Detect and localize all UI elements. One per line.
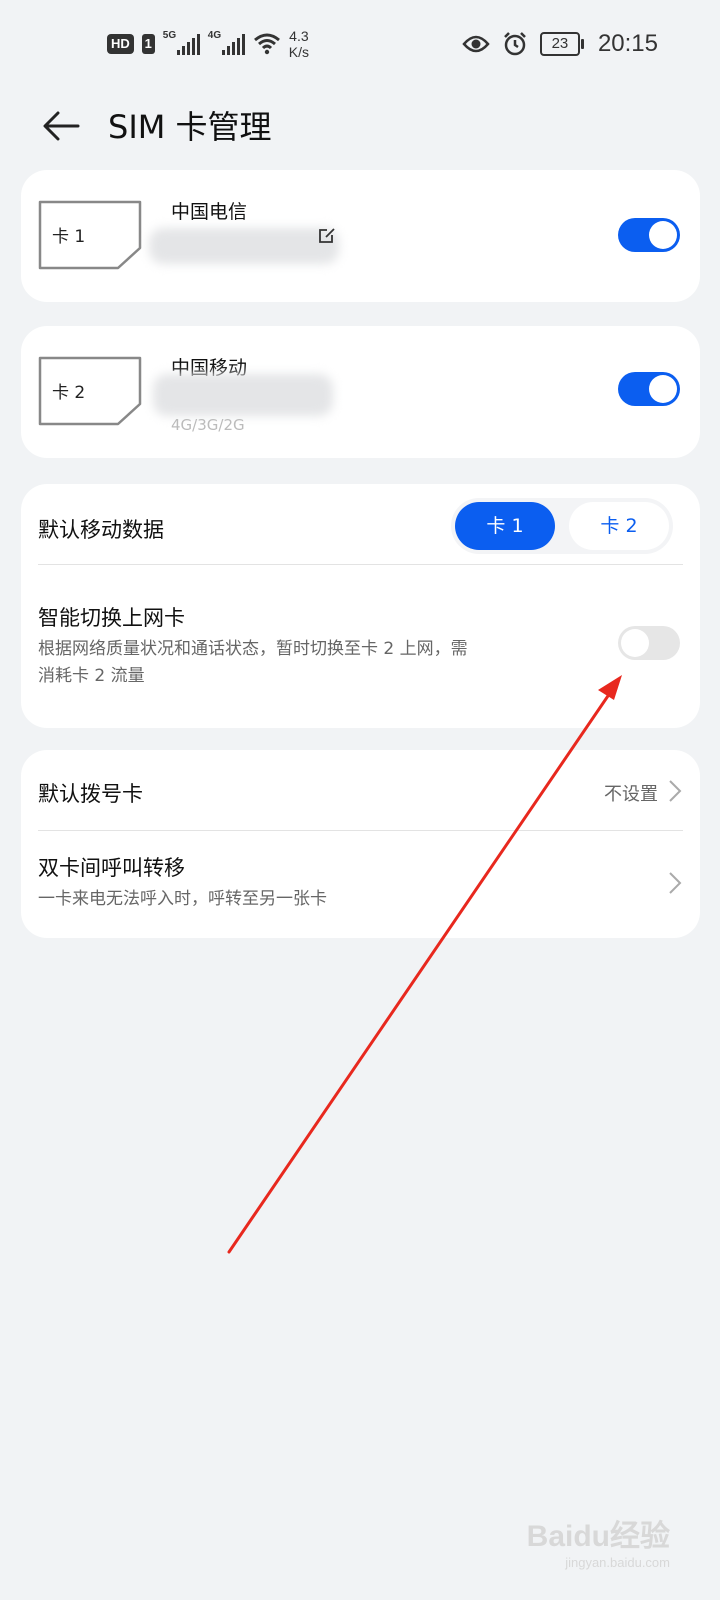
redacted-number	[149, 228, 339, 264]
default-dial-label: 默认拨号卡	[38, 782, 143, 806]
net1-label: 5G	[162, 30, 177, 41]
chevron-right-icon	[669, 780, 682, 802]
smart-switch-desc-line2: 消耗卡 2 流量	[38, 666, 145, 686]
data-card-1-option[interactable]: 卡 1	[455, 502, 555, 550]
speed-unit: K/s	[288, 44, 310, 60]
edit-icon[interactable]	[318, 226, 336, 244]
speed-value: 4.3	[289, 28, 309, 44]
call-forward-desc: 一卡来电无法呼入时，呼转至另一张卡	[38, 889, 327, 909]
sim-card-1-icon-label: 卡 1	[52, 227, 86, 247]
status-right: 23 20:15	[462, 30, 658, 58]
battery-icon: 23	[539, 32, 584, 56]
chevron-right-icon	[669, 872, 682, 894]
watermark-url: jingyan.baidu.com	[565, 1555, 670, 1570]
call-settings-card: 默认拨号卡 不设置 双卡间呼叫转移 一卡来电无法呼入时，呼转至另一张卡	[21, 750, 700, 938]
redacted-number	[153, 374, 333, 416]
signal-4g-icon: 4G	[207, 30, 245, 55]
call-forward-title: 双卡间呼叫转移	[38, 856, 185, 880]
default-dial-value: 不设置	[604, 784, 658, 805]
call-forward-row[interactable]: 双卡间呼叫转移 一卡来电无法呼入时，呼转至另一张卡	[21, 831, 700, 938]
smart-switch-desc-line1: 根据网络质量状况和通话状态，暂时切换至卡 2 上网，需	[38, 639, 468, 659]
net2-label: 4G	[207, 30, 222, 41]
status-left: HD 1 5G 4G 4.3 K/s	[107, 28, 309, 60]
sim-card-2-icon: 卡 2	[38, 356, 142, 426]
divider	[38, 564, 683, 565]
title-bar: SIM 卡管理	[0, 92, 720, 172]
smart-switch-toggle[interactable]	[618, 626, 680, 660]
baidu-watermark: Baidu经验 jingyan.baidu.com	[527, 1511, 670, 1570]
sim-card-1-icon: 卡 1	[38, 200, 142, 270]
eye-icon	[462, 35, 490, 53]
default-data-label: 默认移动数据	[38, 518, 164, 542]
data-card-2-option[interactable]: 卡 2	[569, 502, 669, 550]
sim-card-1: 卡 1 中国电信	[21, 170, 700, 302]
hd-badge: HD	[107, 34, 134, 54]
sim1-badge: 1	[141, 34, 155, 54]
signal-5g-icon: 5G	[162, 30, 200, 55]
sim-card-1-carrier: 中国电信	[171, 201, 248, 223]
network-speed: 4.3 K/s	[289, 28, 309, 60]
default-data-selector: 卡 1 卡 2	[451, 498, 673, 554]
sim-card-2-icon-label: 卡 2	[52, 383, 86, 403]
sim-card-2-network: 4G/3G/2G	[171, 416, 245, 434]
sim-card-2-toggle[interactable]	[618, 372, 680, 406]
back-arrow-icon[interactable]	[40, 104, 84, 148]
sim-card-2: 卡 2 中国移动 4G/3G/2G	[21, 326, 700, 458]
data-settings-card: 默认移动数据 卡 1 卡 2 智能切换上网卡 根据网络质量状况和通话状态，暂时切…	[21, 484, 700, 728]
alarm-icon	[504, 32, 526, 56]
default-dial-row[interactable]: 默认拨号卡 不设置	[21, 750, 700, 830]
smart-switch-title: 智能切换上网卡	[38, 606, 185, 630]
clock: 20:15	[597, 30, 658, 57]
status-bar: HD 1 5G 4G 4.3 K/s 23 20:15	[0, 0, 720, 92]
sim-card-1-toggle[interactable]	[618, 218, 680, 252]
smart-switch-desc: 根据网络质量状况和通话状态，暂时切换至卡 2 上网，需 消耗卡 2 流量	[38, 636, 468, 690]
watermark-brand: Baidu经验	[526, 1520, 670, 1553]
page-title: SIM 卡管理	[108, 108, 272, 146]
wifi-icon	[253, 33, 280, 55]
